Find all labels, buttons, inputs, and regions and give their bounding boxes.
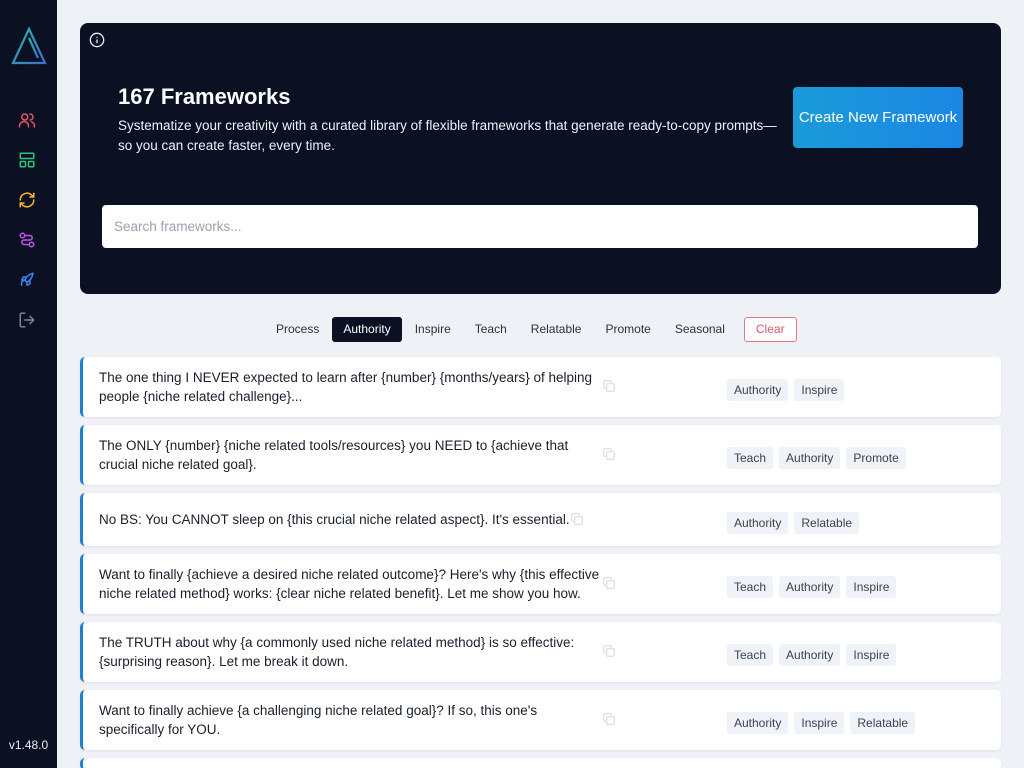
filter-bar: Process Authority Inspire Teach Relatabl… [265,316,799,342]
logo-icon[interactable] [10,26,48,66]
tag-list: Authority Inspire [727,379,845,401]
framework-card[interactable]: Want to finally {achieve a desired niche… [80,554,1001,614]
rocket-icon [20,272,34,286]
tag: Inspire [794,379,845,401]
framework-card-partial[interactable] [80,758,1001,768]
tag: Authority [727,379,789,401]
hero-panel: 167 Frameworks Systematize your creativi… [80,23,1001,294]
sidebar-item-refresh[interactable] [16,189,38,211]
sidebar-item-logout[interactable] [16,309,38,331]
tag-list: Teach Authority Promote [727,447,906,469]
tag: Teach [727,576,774,598]
framework-text: Want to finally {achieve a desired niche… [99,567,600,601]
tag: Authority [727,712,789,734]
copy-icon[interactable] [602,379,616,393]
tag: Inspire [794,712,845,734]
filter-inspire[interactable]: Inspire [404,317,462,342]
tag: Inspire [846,644,897,666]
users-icon [18,113,36,128]
framework-text: No BS: You CANNOT sleep on {this crucial… [99,512,570,527]
tag: Promote [846,447,906,469]
sidebar-item-layout[interactable] [16,149,38,171]
copy-icon[interactable] [570,512,584,526]
page-title: 167 Frameworks [118,84,291,109]
clear-filters-button[interactable]: Clear [743,316,797,342]
tag: Relatable [794,512,860,534]
info-icon[interactable] [89,32,105,48]
search-input[interactable] [102,205,978,248]
sidebar-item-workflow[interactable] [16,229,38,251]
app-version: v1.48.0 [8,738,49,752]
tag: Authority [727,512,789,534]
framework-card[interactable]: Want to finally achieve {a challenging n… [80,690,1001,750]
tag: Inspire [846,576,897,598]
page-subtitle: Systematize your creativity with a curat… [118,118,777,153]
sidebar: v1.48.0 [0,0,57,768]
workflow-icon [19,232,35,248]
framework-text: The ONLY {number} {niche related tools/r… [99,438,569,472]
filter-authority[interactable]: Authority [332,316,402,342]
refresh-icon [19,192,35,208]
tag-list: Authority Inspire Relatable [727,712,916,734]
filter-relatable[interactable]: Relatable [520,317,593,342]
tag: Teach [727,644,774,666]
layout-icon [19,152,35,168]
sidebar-item-rocket[interactable] [16,269,38,291]
framework-card[interactable]: No BS: You CANNOT sleep on {this crucial… [80,493,1001,546]
tag: Relatable [850,712,916,734]
copy-icon[interactable] [602,576,616,590]
filter-seasonal[interactable]: Seasonal [664,317,736,342]
copy-icon[interactable] [602,644,616,658]
framework-card[interactable]: The TRUTH about why {a commonly used nic… [80,622,1001,682]
framework-card[interactable]: The one thing I NEVER expected to learn … [80,357,1001,417]
framework-card[interactable]: The ONLY {number} {niche related tools/r… [80,425,1001,485]
sidebar-item-users[interactable] [16,109,38,131]
create-framework-button[interactable]: Create New Framework [793,87,963,148]
filter-promote[interactable]: Promote [594,317,661,342]
tag-list: Teach Authority Inspire [727,576,897,598]
tag-list: Teach Authority Inspire [727,644,897,666]
tag: Authority [779,576,841,598]
tag: Authority [779,644,841,666]
filter-process[interactable]: Process [265,317,330,342]
logout-icon [19,312,35,328]
framework-text: The TRUTH about why {a commonly used nic… [99,635,575,669]
filter-teach[interactable]: Teach [464,317,518,342]
framework-text: The one thing I NEVER expected to learn … [99,370,593,404]
copy-icon[interactable] [602,712,616,726]
tag: Teach [727,447,774,469]
tag-list: Authority Relatable [727,512,860,534]
tag: Authority [779,447,841,469]
framework-text: Want to finally achieve {a challenging n… [99,703,538,737]
copy-icon[interactable] [602,447,616,461]
